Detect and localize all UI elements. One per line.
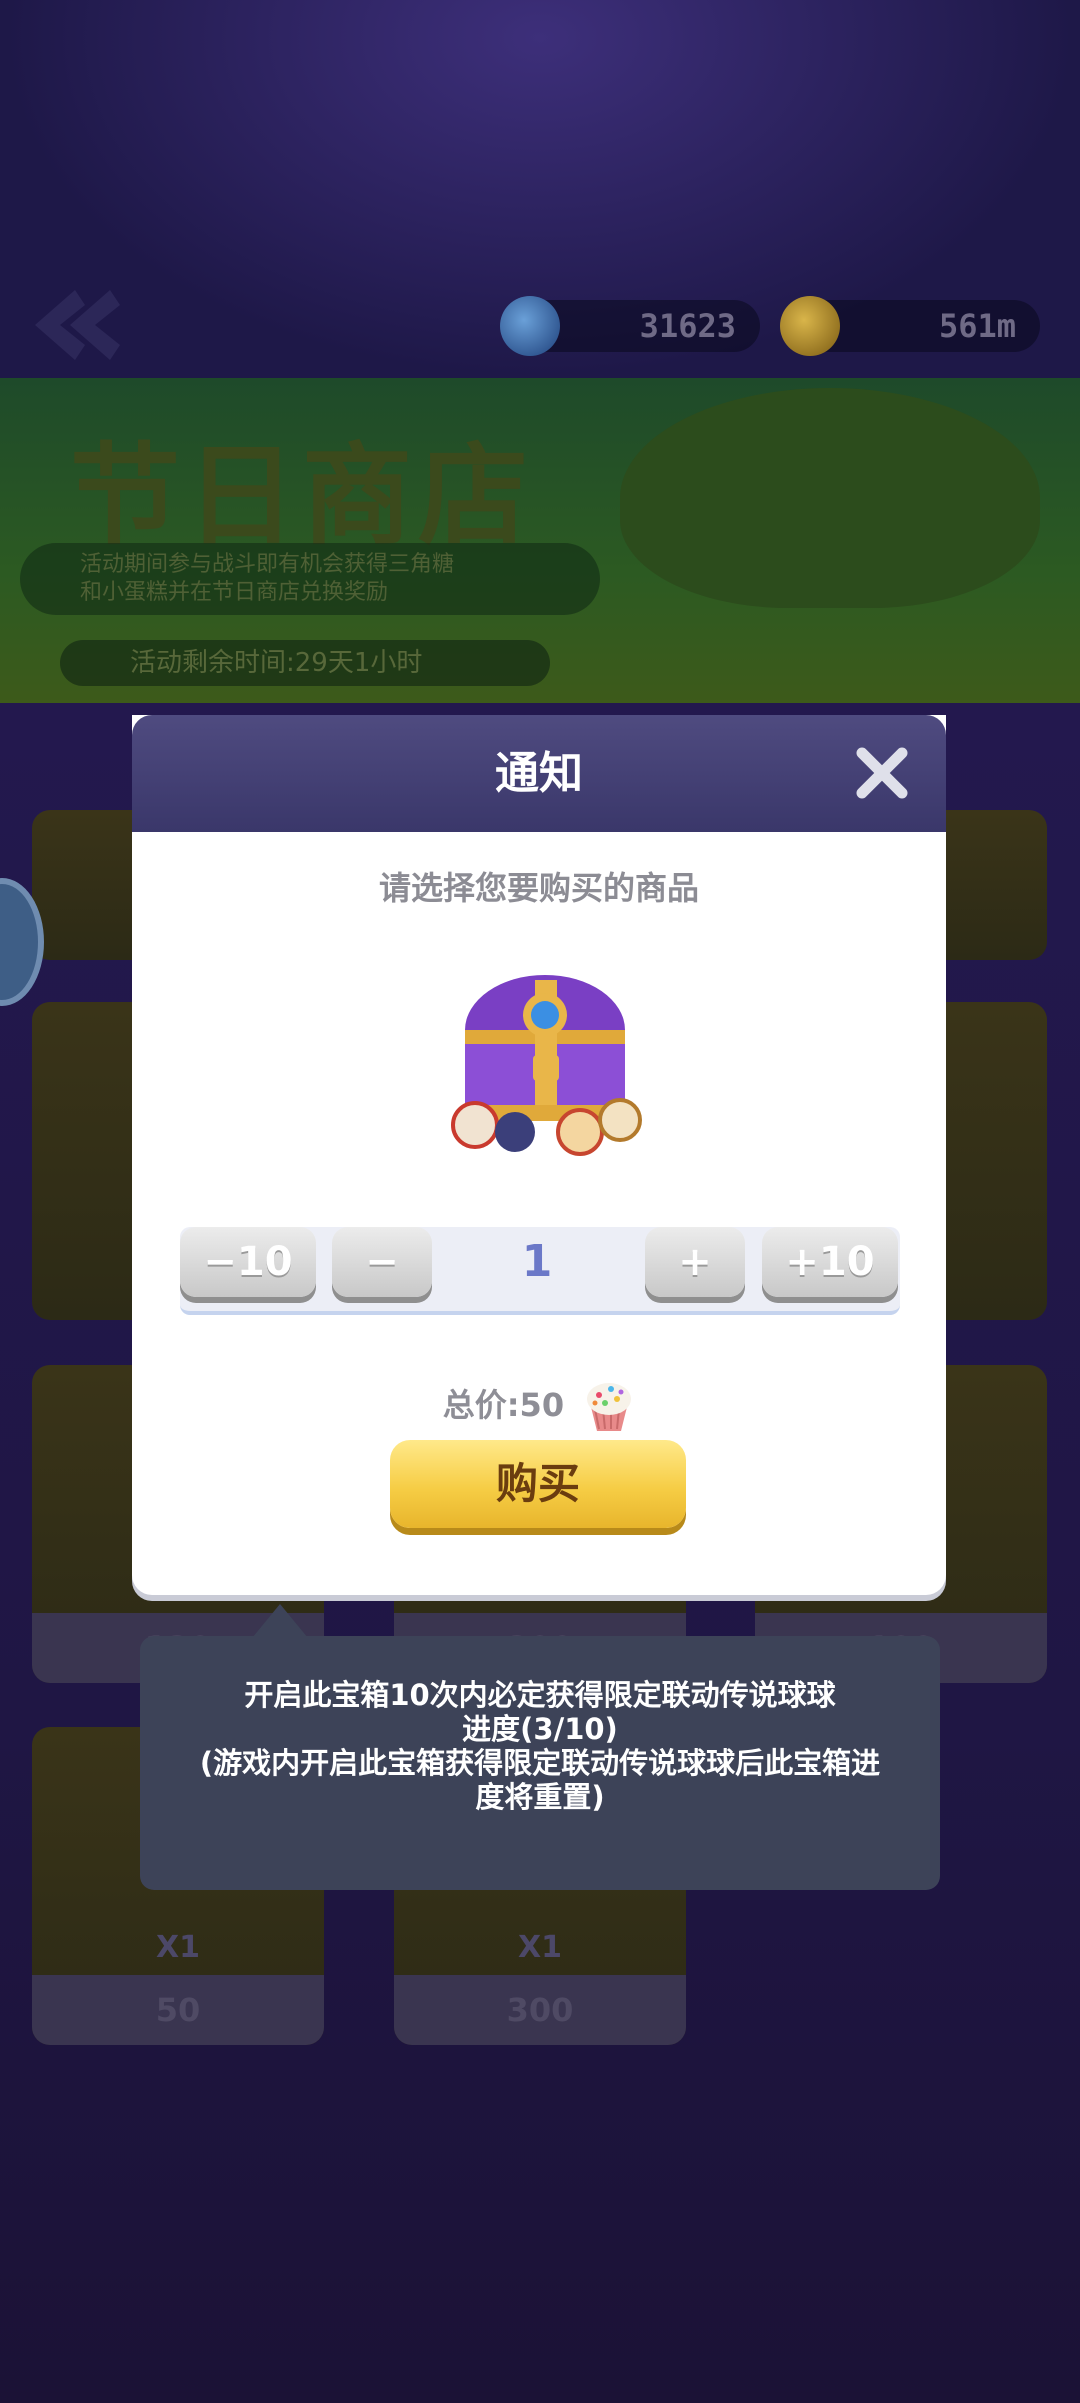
festival-shop-banner: 节日商店 活动期间参与战斗即有机会获得三角糖 和小蛋糕并在节日商店兑换奖励 活动… bbox=[0, 378, 1080, 703]
plus-10-button[interactable]: +10 bbox=[762, 1227, 898, 1297]
chest-info-tooltip: 开启此宝箱10次内必定获得限定联动传说球球 进度(3/10) (游戏内开启此宝箱… bbox=[140, 1636, 940, 1890]
coin-amount: 561m bbox=[938, 307, 1016, 345]
banner-description: 活动期间参与战斗即有机会获得三角糖 和小蛋糕并在节日商店兑换奖励 bbox=[20, 543, 600, 615]
gem-icon bbox=[500, 296, 560, 356]
tooltip-line: 进度(3/10) bbox=[462, 1712, 618, 1746]
tree-decoration bbox=[620, 388, 1040, 608]
total-price: 总价:50 bbox=[132, 1375, 946, 1433]
tooltip-line: (游戏内开启此宝箱获得限定联动传说球球后此宝箱进 bbox=[199, 1746, 881, 1780]
dialog-title: 通知 bbox=[495, 748, 583, 799]
gem-counter[interactable]: 31623 bbox=[500, 296, 760, 356]
quantity-value[interactable]: 1 bbox=[442, 1227, 632, 1297]
card-price: 50 bbox=[32, 1975, 324, 2045]
treasure-chest-icon bbox=[451, 975, 642, 1156]
banner-title: 节日商店 bbox=[70, 432, 534, 560]
coin-counter[interactable]: 561m bbox=[780, 296, 1040, 356]
close-icon[interactable] bbox=[854, 745, 910, 801]
minus-button[interactable]: − bbox=[332, 1227, 432, 1297]
plus-button[interactable]: + bbox=[645, 1227, 745, 1297]
total-price-label: 总价:50 bbox=[442, 1386, 565, 1424]
tooltip-line: 开启此宝箱10次内必定获得限定联动传说球球 bbox=[244, 1678, 836, 1712]
tooltip-arrow bbox=[252, 1604, 308, 1638]
buy-button[interactable]: 购买 bbox=[390, 1440, 686, 1528]
back-arrow-icon[interactable] bbox=[30, 285, 120, 365]
cupcake-icon bbox=[587, 1383, 632, 1431]
coin-icon bbox=[780, 296, 840, 356]
event-timer: 活动剩余时间:29天1小时 bbox=[60, 640, 550, 686]
card-price: 300 bbox=[394, 1975, 686, 2045]
purchase-dialog: 通知 请选择您要购买的商品 −10 − 1 + +10 总价:50 购买 bbox=[132, 715, 946, 1595]
card-quantity: X1 bbox=[517, 1930, 562, 1965]
minus-10-button[interactable]: −10 bbox=[180, 1227, 316, 1297]
tooltip-line: 度将重置) bbox=[475, 1780, 605, 1814]
dialog-prompt: 请选择您要购买的商品 bbox=[378, 869, 699, 907]
gem-amount: 31623 bbox=[639, 307, 736, 345]
card-quantity: X1 bbox=[155, 1930, 200, 1965]
